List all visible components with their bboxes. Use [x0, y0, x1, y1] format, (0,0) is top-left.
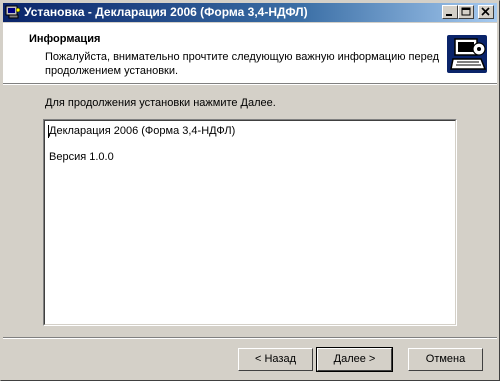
wizard-header: Информация Пожалуйста, внимательно прочт… — [3, 23, 497, 83]
header-divider-highlight — [3, 84, 497, 85]
footer-divider-highlight — [3, 338, 497, 339]
memo-line-version: Версия 1.0.0 — [49, 151, 114, 163]
installer-window: Установка - Декларация 2006 (Форма 3,4-Н… — [0, 0, 500, 381]
cancel-button[interactable]: Отмена — [408, 348, 483, 371]
continue-prompt: Для продолжения установки нажмите Далее. — [45, 97, 276, 109]
setup-icon — [5, 4, 21, 20]
memo-line-product: Декларация 2006 (Форма 3,4-НДФЛ) — [49, 125, 236, 137]
computer-install-icon — [441, 29, 493, 79]
maximize-icon — [461, 7, 471, 16]
next-button[interactable]: Далее > — [316, 347, 393, 372]
close-button[interactable] — [478, 5, 494, 19]
minimize-icon — [446, 14, 452, 16]
page-description: Пожалуйста, внимательно прочтите следующ… — [45, 51, 440, 77]
maximize-button[interactable] — [458, 5, 474, 19]
minimize-button[interactable] — [442, 5, 458, 19]
title-bar[interactable]: Установка - Декларация 2006 (Форма 3,4-Н… — [3, 3, 497, 22]
info-memo[interactable]: Декларация 2006 (Форма 3,4-НДФЛ) Версия … — [43, 119, 457, 326]
back-button[interactable]: < Назад — [238, 348, 313, 371]
page-title: Информация — [29, 33, 101, 45]
window-title: Установка - Декларация 2006 (Форма 3,4-Н… — [24, 5, 308, 19]
close-icon — [481, 7, 490, 16]
